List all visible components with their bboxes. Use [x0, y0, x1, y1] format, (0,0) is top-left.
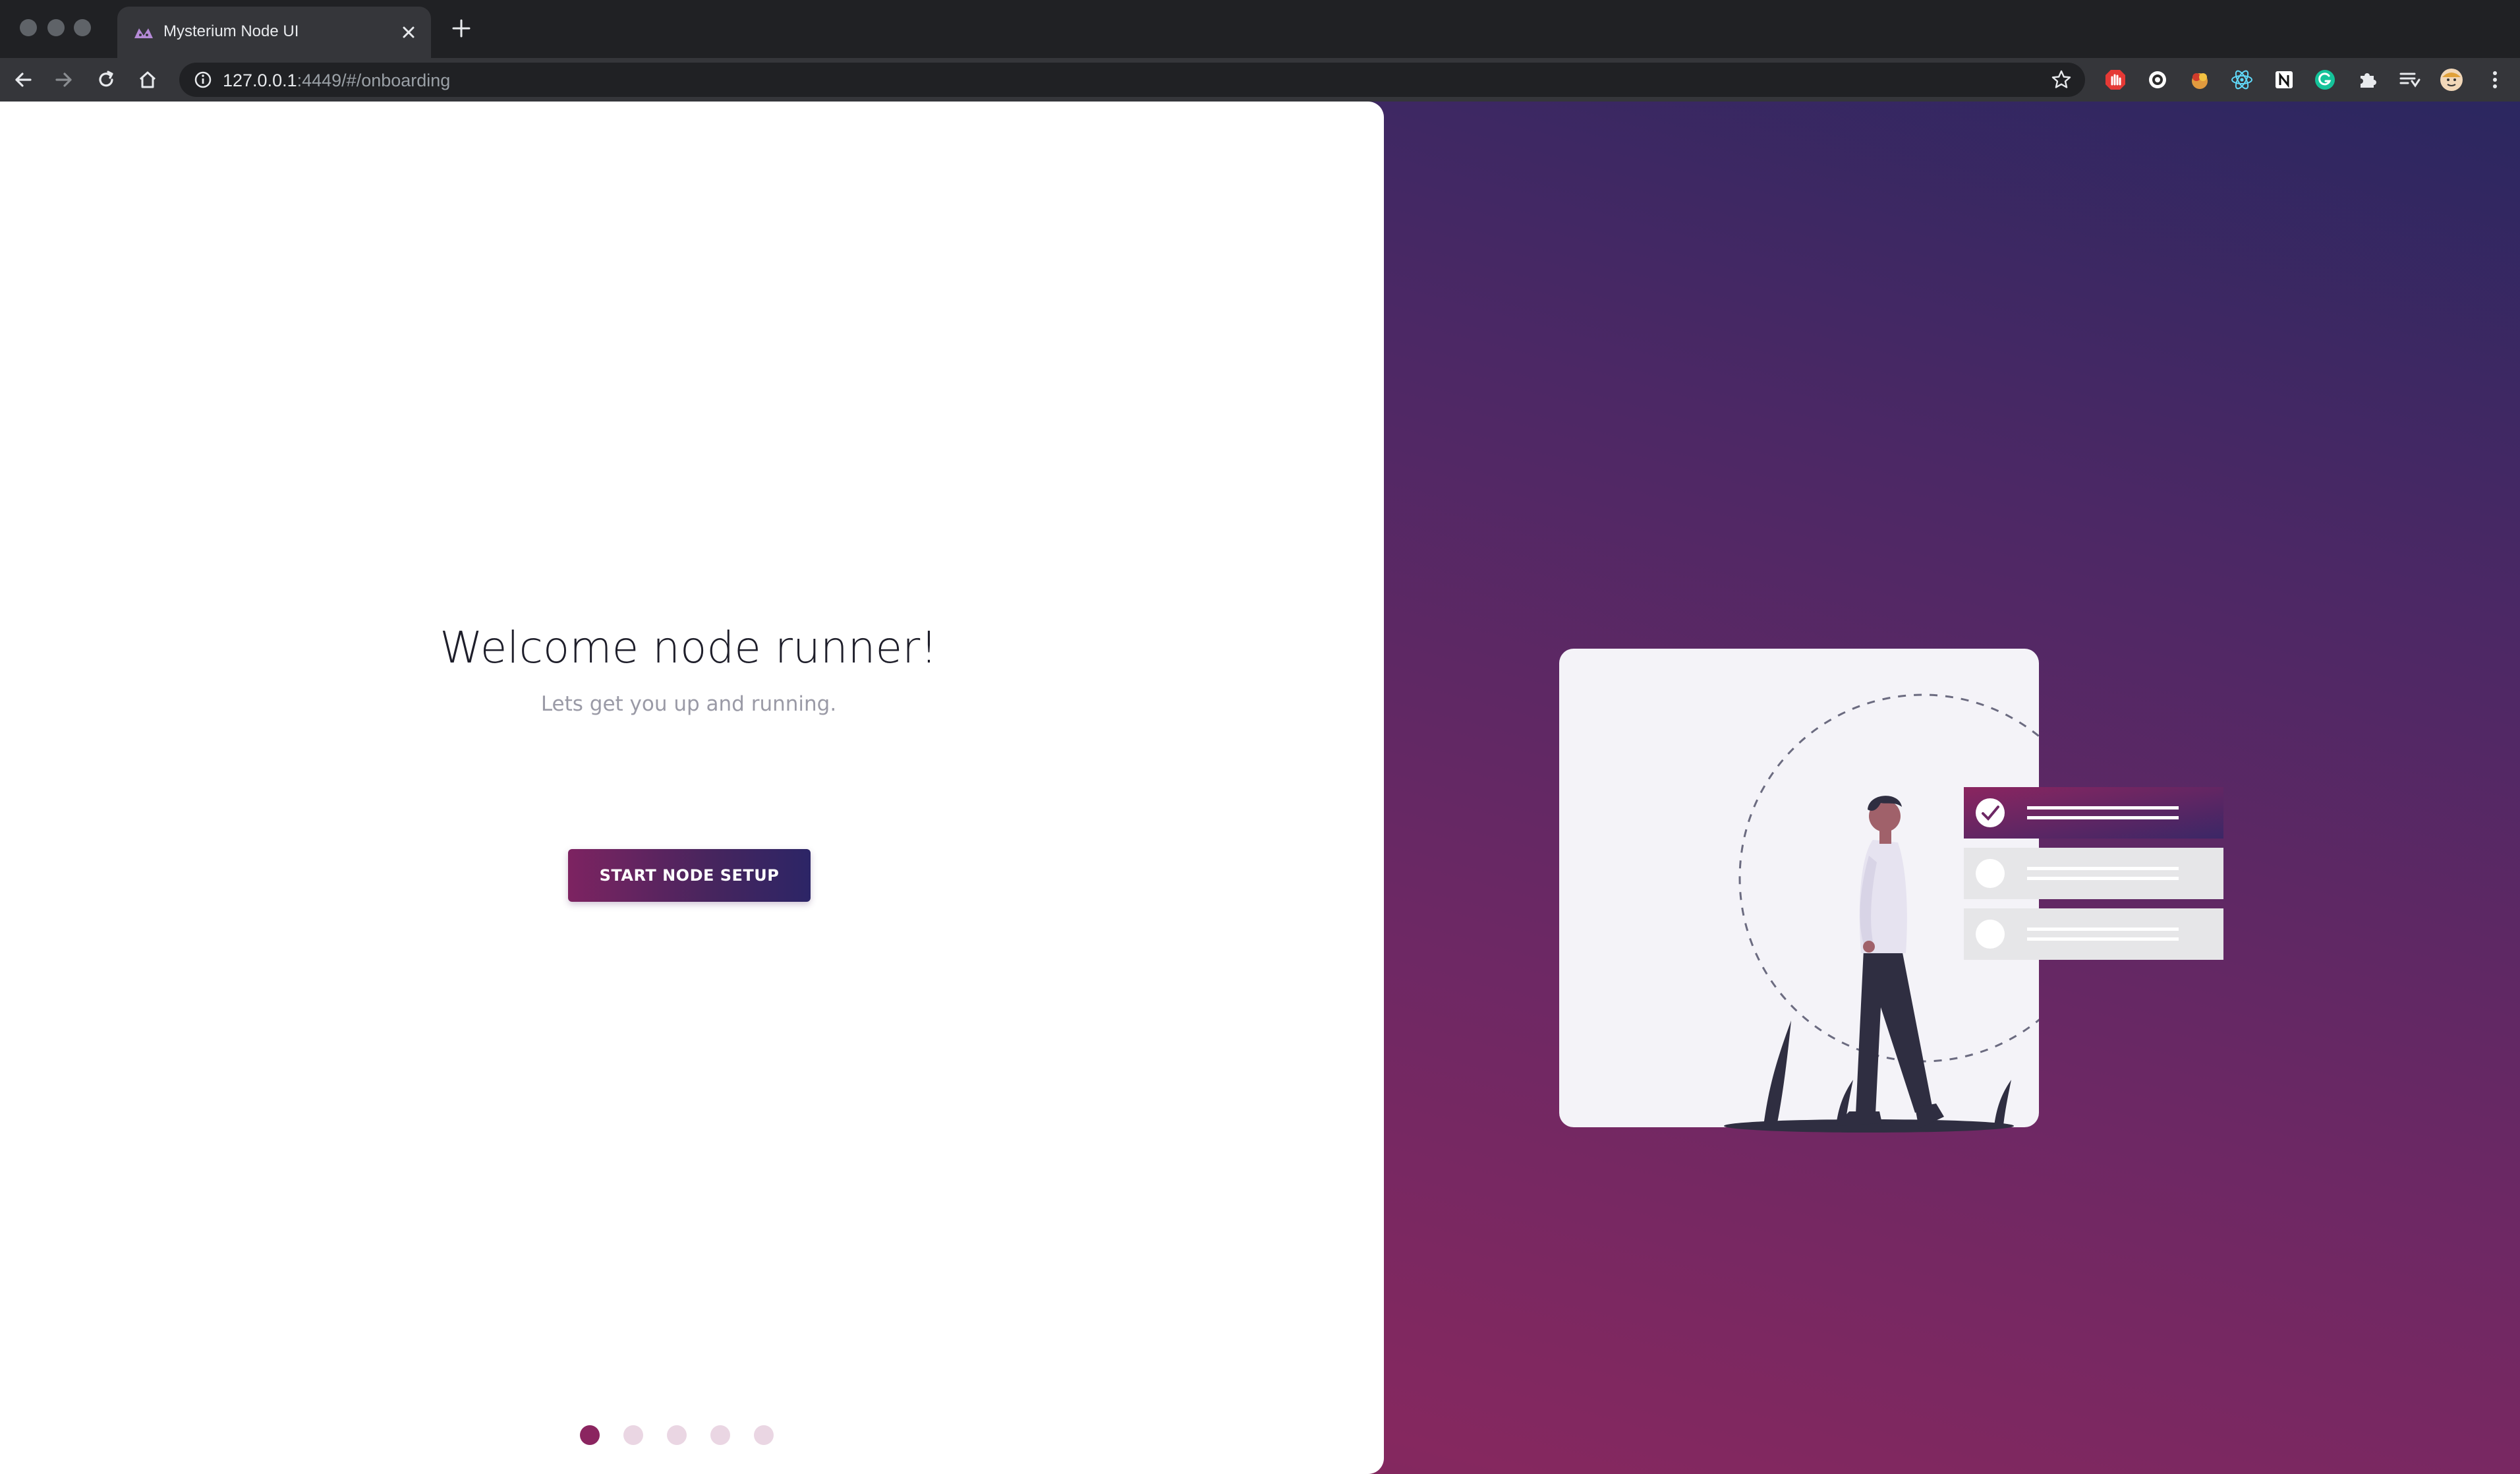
reading-list-icon[interactable]	[2397, 68, 2421, 92]
notion-icon[interactable]	[2272, 68, 2296, 92]
onboarding-panel: Welcome node runner! Lets get you up and…	[0, 102, 1384, 1474]
adblock-icon[interactable]	[2104, 68, 2127, 92]
welcome-title: Welcome node runner!	[440, 622, 938, 673]
mysterium-logo-icon	[134, 28, 153, 38]
start-node-setup-button[interactable]: START NODE SETUP	[568, 849, 811, 902]
window-close-control[interactable]	[20, 19, 37, 36]
address-bar[interactable]: 127.0.0.1:4449/#/onboarding	[179, 63, 2085, 97]
close-tab-icon[interactable]	[399, 23, 418, 42]
circle-extension-icon[interactable]	[2146, 68, 2169, 92]
browser-toolbar: 127.0.0.1:4449/#/onboarding	[0, 58, 2520, 102]
url-path: :4449/#/onboarding	[297, 71, 451, 90]
turkey-extension-icon[interactable]	[2188, 68, 2212, 92]
forward-arrow-icon[interactable]	[53, 69, 75, 91]
bookmark-star-icon[interactable]	[2051, 69, 2072, 90]
browser-tab[interactable]: Mysterium Node UI	[117, 7, 431, 58]
grammarly-icon[interactable]	[2313, 68, 2337, 92]
welcome-subtitle: Lets get you up and running.	[540, 692, 837, 716]
url-text: 127.0.0.1:4449/#/onboarding	[223, 71, 450, 91]
browser-tab-bar: Mysterium Node UI	[0, 0, 2520, 58]
window-minimize-control[interactable]	[47, 19, 65, 36]
reload-icon[interactable]	[95, 69, 117, 91]
home-icon[interactable]	[136, 69, 159, 91]
step-dot-4	[710, 1425, 730, 1445]
puzzle-icon[interactable]	[2355, 68, 2379, 92]
step-dot-3	[667, 1425, 687, 1445]
profile-avatar[interactable]	[2440, 68, 2463, 92]
url-host: 127.0.0.1	[223, 71, 297, 90]
react-devtools-icon[interactable]	[2230, 68, 2254, 92]
new-tab-icon[interactable]	[451, 18, 471, 38]
site-info-icon[interactable]	[194, 71, 212, 89]
more-menu-icon[interactable]	[2483, 68, 2507, 92]
step-dot-5	[754, 1425, 774, 1445]
window-zoom-control[interactable]	[74, 19, 91, 36]
onboarding-illustration	[1559, 649, 2223, 1133]
step-indicator	[580, 1425, 791, 1446]
step-dot-2	[623, 1425, 643, 1445]
tab-title: Mysterium Node UI	[163, 22, 299, 40]
step-dot-1	[580, 1425, 600, 1445]
page-viewport: Welcome node runner! Lets get you up and…	[0, 102, 2520, 1474]
back-arrow-icon[interactable]	[12, 69, 34, 91]
